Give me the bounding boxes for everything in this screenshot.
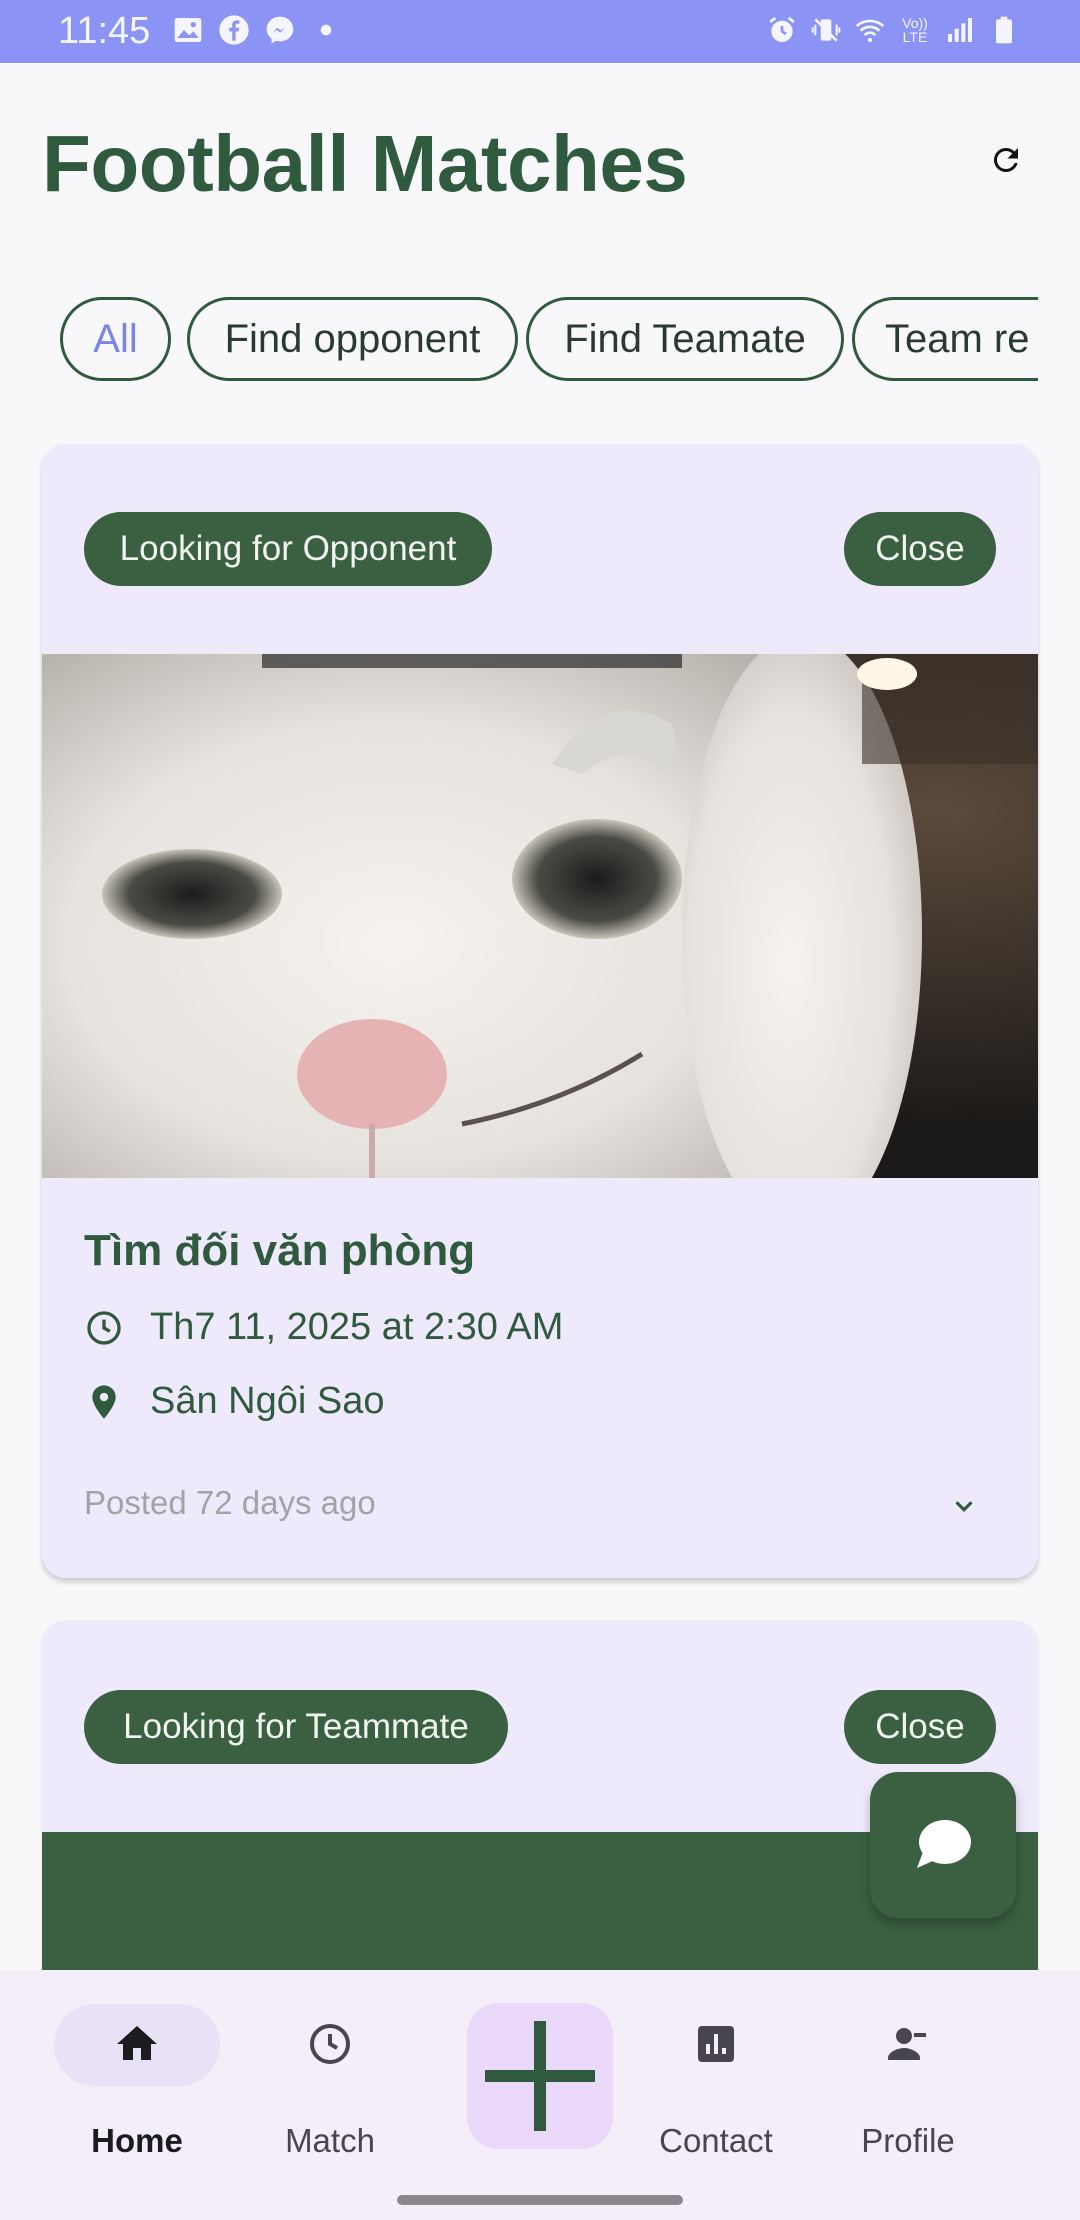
nav-label-match: Match [285, 2122, 375, 2159]
chip-find-teammate[interactable]: Find Teamate [526, 297, 844, 381]
wifi-icon [855, 19, 885, 43]
nav-label-home: Home [91, 2122, 183, 2159]
close-button[interactable]: Close [844, 1690, 996, 1764]
expand-button[interactable] [942, 1484, 986, 1528]
volte-icon: Vo)) LTE [902, 15, 928, 45]
match-image [42, 654, 1038, 1178]
dot-icon [320, 24, 332, 36]
nav-label-profile: Profile [861, 2122, 955, 2159]
refresh-button[interactable] [982, 136, 1030, 184]
filter-chips: All Find opponent Find Teamate Team re [0, 297, 1038, 381]
status-right-icons: Vo)) LTE [766, 14, 1020, 46]
card-tag-badge: Looking for Opponent [84, 512, 492, 586]
battery-icon [996, 16, 1012, 44]
status-time: 11:45 [58, 10, 151, 52]
chip-find-opponent[interactable]: Find opponent [187, 297, 518, 381]
person-icon [888, 2028, 926, 2060]
nav-home[interactable]: Home [42, 1970, 232, 2170]
gallery-icon [174, 18, 202, 42]
location-pin-icon [92, 1384, 116, 1419]
chip-team-request[interactable]: Team re [852, 297, 1038, 381]
close-button[interactable]: Close [844, 512, 996, 586]
status-left-icons [172, 14, 342, 46]
refresh-icon [993, 147, 1018, 172]
match-title: Tìm đối văn phòng [84, 1226, 476, 1275]
match-card[interactable]: Looking for Opponent Close Tìm đối văn p… [42, 444, 1038, 1578]
add-match-button[interactable] [467, 2003, 613, 2149]
nav-match[interactable]: Match [235, 1970, 425, 2170]
match-datetime: Th7 11, 2025 at 2:30 AM [150, 1306, 564, 1348]
nav-contact[interactable]: Contact [621, 1970, 811, 2170]
bar-chart-icon [698, 2026, 734, 2062]
clock-icon [310, 2024, 350, 2064]
home-icon [117, 2026, 157, 2060]
page-title: Football Matches [42, 119, 688, 208]
match-datetime-row: Th7 11, 2025 at 2:30 AM [84, 1306, 563, 1349]
card-tag-badge: Looking for Teammate [84, 1690, 508, 1764]
chat-bubble-icon [917, 1820, 971, 1868]
cat-photo [42, 654, 1038, 1178]
match-location: Sân Ngôi Sao [150, 1380, 385, 1422]
clock-icon [87, 1310, 121, 1345]
vibrate-icon [811, 18, 841, 42]
signal-icon [948, 18, 972, 42]
messenger-icon [266, 16, 294, 44]
home-indicator[interactable] [397, 2195, 683, 2205]
plus-icon [485, 2021, 595, 2131]
posted-time: Posted 72 days ago [84, 1484, 376, 1521]
facebook-icon [219, 15, 249, 45]
status-bar: 11:45 Vo)) LTE [0, 0, 1080, 63]
chevron-down-icon [955, 1501, 973, 1512]
match-location-row: Sân Ngôi Sao [84, 1380, 385, 1423]
chat-fab-button[interactable] [870, 1772, 1016, 1918]
nav-label-contact: Contact [659, 2122, 773, 2159]
nav-profile[interactable]: Profile [813, 1970, 1003, 2170]
chip-all[interactable]: All [60, 297, 171, 381]
alarm-icon [769, 16, 795, 42]
